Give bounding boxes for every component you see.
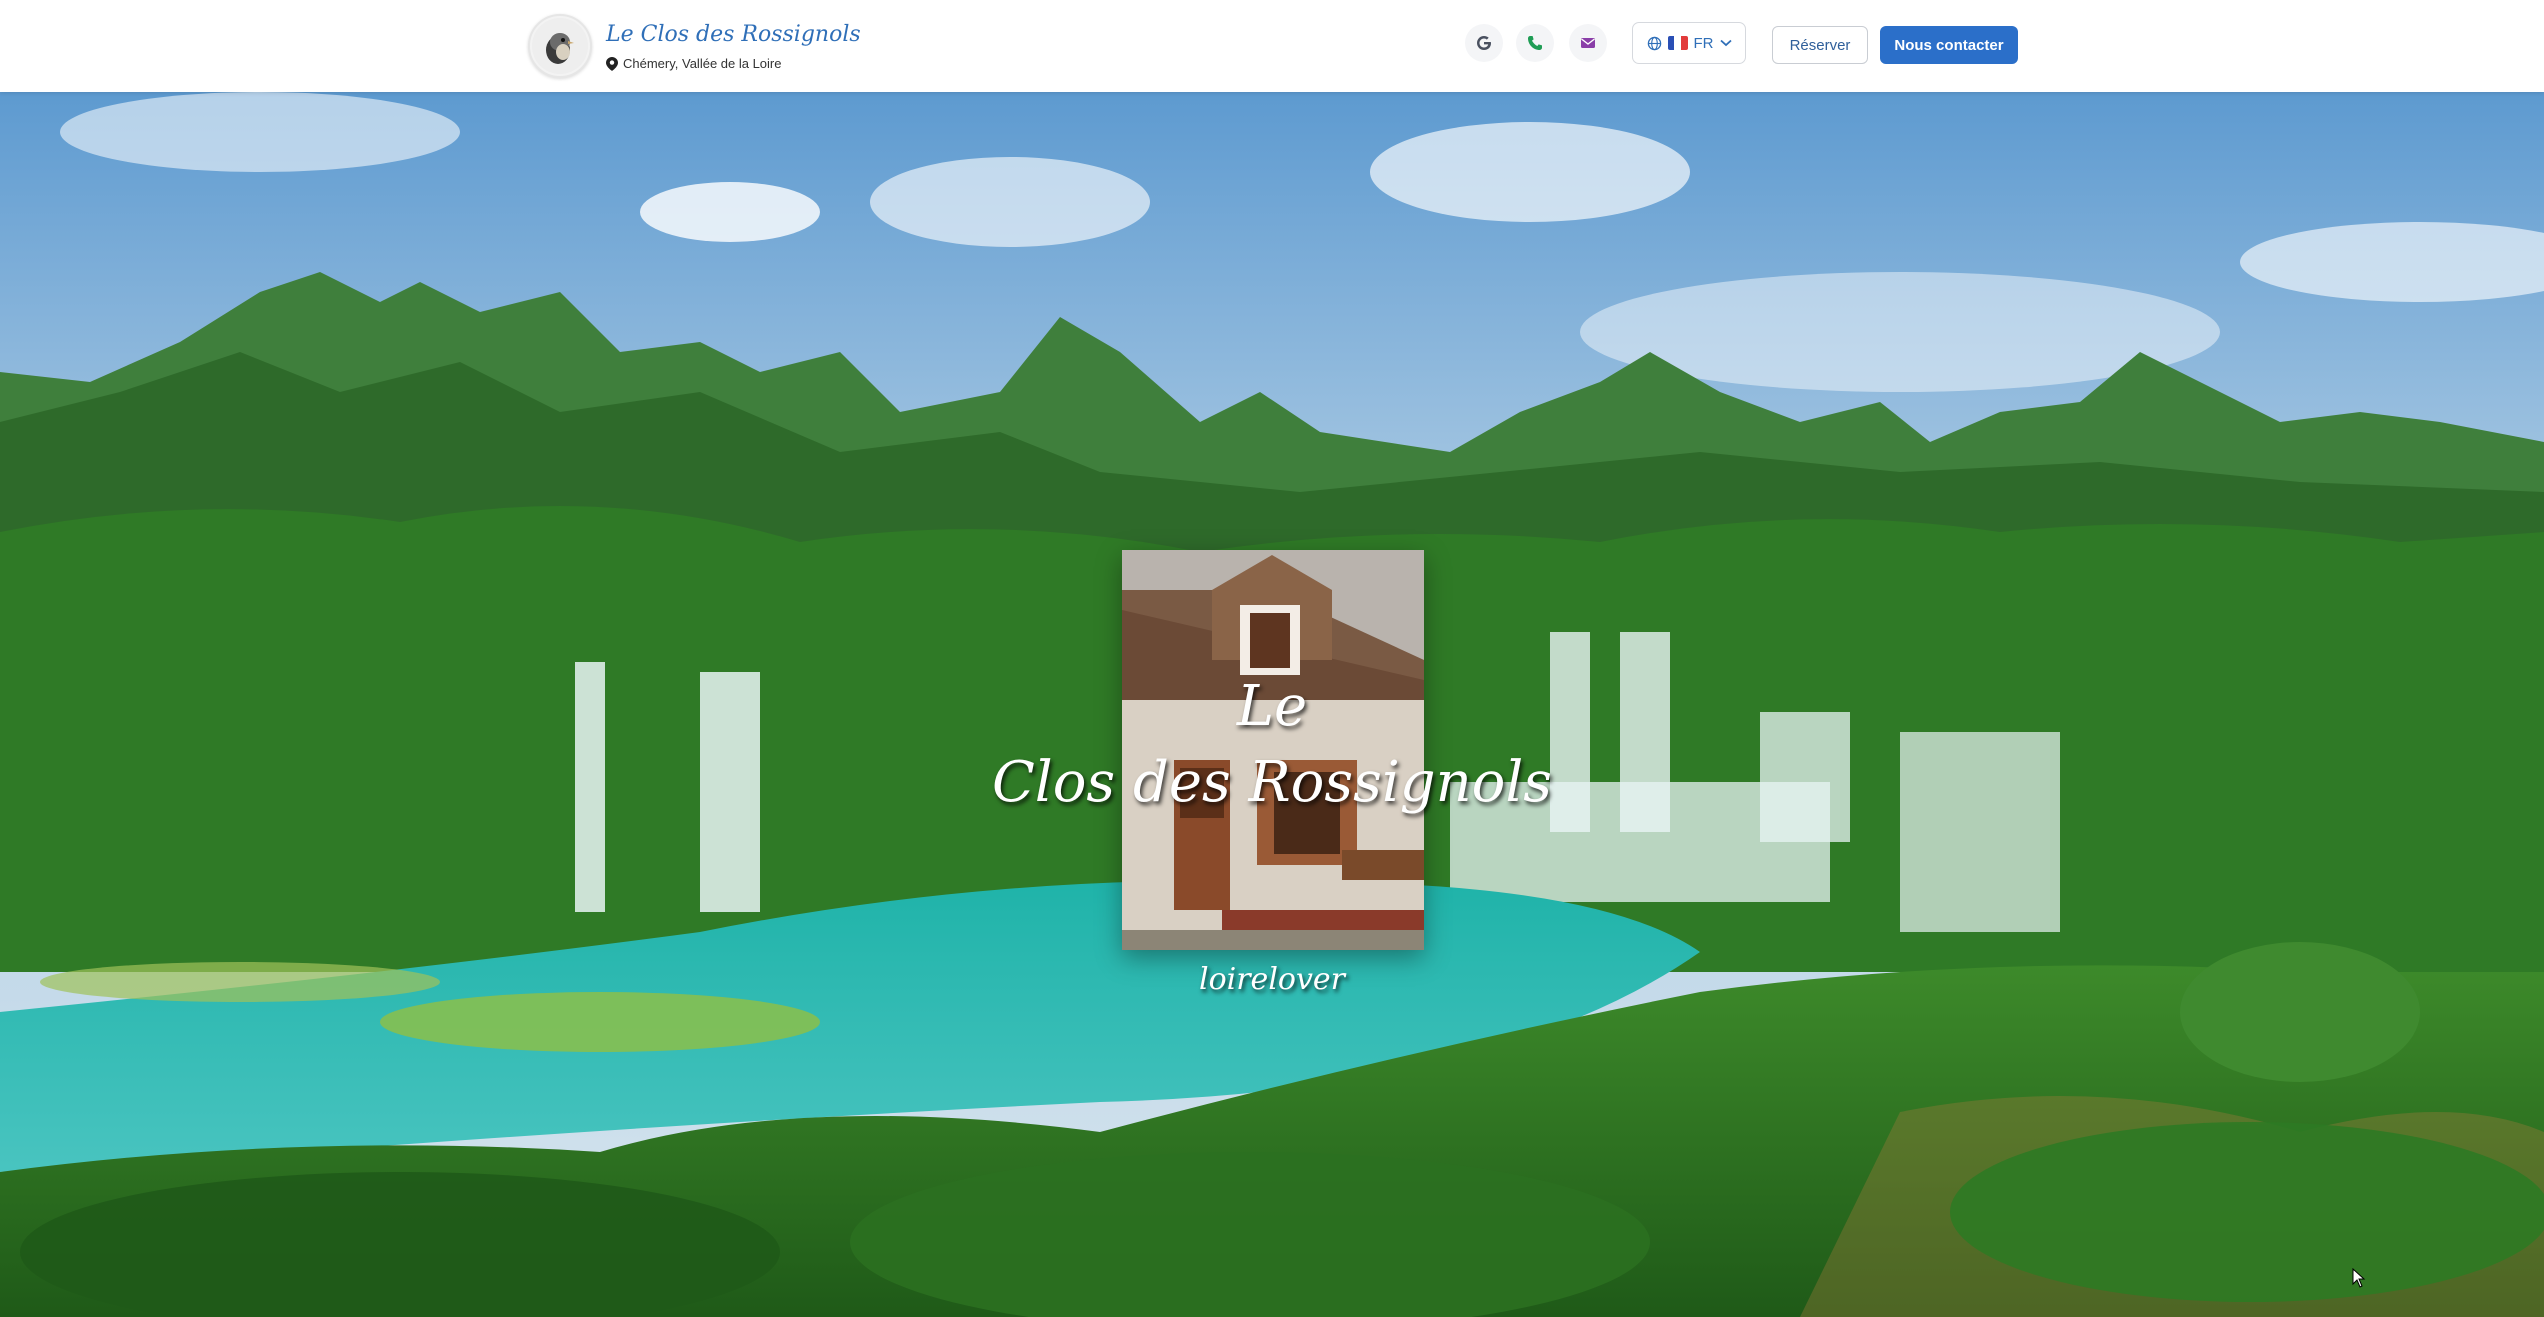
hero-title-line-1: Le [1236, 674, 1308, 739]
mouse-cursor-icon [2352, 1268, 2366, 1288]
email-button[interactable] [1569, 24, 1607, 62]
reserve-button[interactable]: Réserver [1772, 26, 1868, 64]
mail-icon [1581, 38, 1595, 48]
google-icon [1477, 36, 1491, 50]
france-flag [1667, 36, 1688, 50]
language-code: FR [1693, 34, 1714, 52]
logo-avatar[interactable] [528, 14, 592, 78]
google-button[interactable] [1465, 24, 1503, 62]
phone-button[interactable] [1516, 24, 1554, 62]
map-pin-icon [606, 57, 618, 71]
globe-icon [1647, 36, 1661, 50]
hero-title-line-2: Clos des Rossignols [991, 750, 1553, 815]
language-selector[interactable]: FR [1632, 22, 1746, 64]
contact-button[interactable]: Nous contacter [1880, 26, 2018, 64]
hero-section: Le Clos des Rossignols loirelover [0, 92, 2544, 1317]
brand-name[interactable]: Le Clos des Rossignols [606, 18, 861, 52]
phone-icon [1528, 36, 1542, 50]
location-text: Chémery, Vallée de la Loire [623, 56, 782, 71]
hero-tagline: loirelover [1198, 962, 1346, 997]
site-header: Le Clos des Rossignols Chémery, Vallée d… [0, 0, 2544, 92]
chevron-down-icon [1719, 39, 1732, 47]
brand-location: Chémery, Vallée de la Loire [606, 54, 782, 74]
